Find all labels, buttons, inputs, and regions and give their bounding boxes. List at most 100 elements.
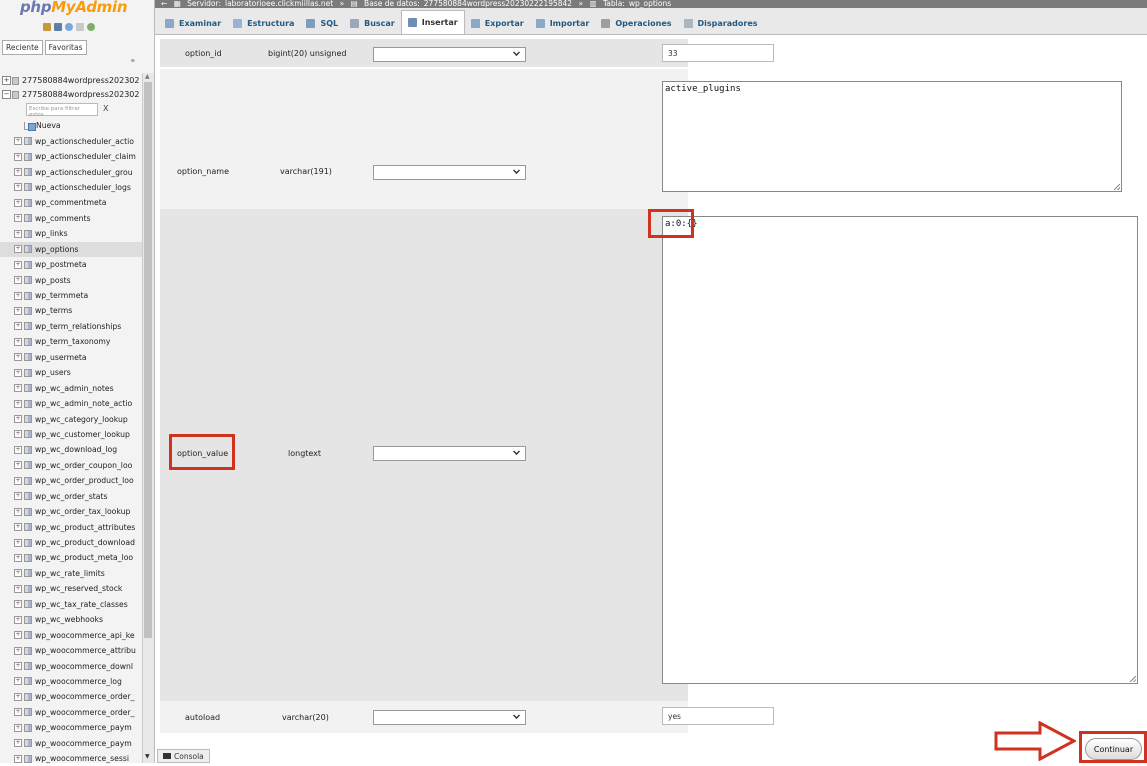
expand-icon[interactable]: + [14, 615, 22, 624]
table-item[interactable]: + wp_woocommerce_api_ke [0, 627, 142, 642]
table-item[interactable]: + wp_woocommerce_sessi [0, 751, 142, 766]
table-item[interactable]: + wp_woocommerce_log [0, 674, 142, 689]
console-tab[interactable]: Consola [157, 749, 210, 763]
table-item[interactable]: + wp_wc_order_tax_lookup [0, 504, 142, 519]
tab-buscar[interactable]: Buscar [344, 12, 401, 34]
table-item[interactable]: + wp_commentmeta [0, 195, 142, 210]
table-item[interactable]: + wp_wc_admin_note_actio [0, 396, 142, 411]
reload-icon[interactable] [87, 23, 95, 31]
logout-icon[interactable] [54, 23, 62, 31]
collapse-icon[interactable]: − [2, 90, 11, 99]
expand-icon[interactable]: + [14, 415, 22, 424]
expand-icon[interactable]: + [14, 260, 22, 269]
tab-sql[interactable]: SQL [300, 12, 344, 34]
expand-icon[interactable]: + [14, 708, 22, 717]
clear-filter-button[interactable]: X [103, 104, 108, 113]
table-item[interactable]: + wp_woocommerce_attribu [0, 643, 142, 658]
table-item[interactable]: + wp_wc_category_lookup [0, 411, 142, 426]
expand-icon[interactable]: + [14, 368, 22, 377]
database-link[interactable]: 277580884wordpress20230222195842 [424, 0, 572, 8]
table-item[interactable]: + wp_woocommerce_paym [0, 720, 142, 735]
option-id-input[interactable]: 33 [662, 44, 774, 62]
table-item[interactable]: + wp_actionscheduler_logs [0, 180, 142, 195]
table-item[interactable]: + wp_wc_order_coupon_loo [0, 458, 142, 473]
expand-icon[interactable]: + [14, 476, 22, 485]
function-select[interactable] [373, 165, 526, 180]
new-table-item[interactable]: Nueva [0, 118, 142, 133]
expand-icon[interactable]: + [2, 76, 11, 85]
table-item[interactable]: + wp_users [0, 365, 142, 380]
expand-icon[interactable]: + [14, 214, 22, 223]
expand-icon[interactable]: + [14, 168, 22, 177]
expand-icon[interactable]: + [14, 739, 22, 748]
resize-handle-icon[interactable] [1130, 676, 1136, 682]
table-item[interactable]: + wp_postmeta [0, 257, 142, 272]
expand-icon[interactable]: + [14, 291, 22, 300]
expand-icon[interactable]: + [14, 677, 22, 686]
function-select[interactable] [373, 47, 526, 62]
table-item[interactable]: + wp_actionscheduler_claim [0, 149, 142, 164]
database-item[interactable]: − 277580884wordpress202302 [2, 87, 139, 102]
table-item[interactable]: + wp_links [0, 226, 142, 241]
server-link[interactable]: laboratorioee.clickmiillas.net [225, 0, 333, 8]
table-item[interactable]: + wp_term_relationships [0, 319, 142, 334]
expand-icon[interactable]: + [14, 337, 22, 346]
autoload-input[interactable]: yes [662, 707, 774, 725]
table-item[interactable]: + wp_actionscheduler_actio [0, 133, 142, 148]
help-icon[interactable] [65, 23, 73, 31]
table-item[interactable]: + wp_termmeta [0, 288, 142, 303]
scroll-up-icon[interactable]: ▲ [145, 73, 150, 80]
expand-icon[interactable]: + [14, 507, 22, 516]
expand-icon[interactable]: + [14, 600, 22, 609]
table-item[interactable]: + wp_woocommerce_order_ [0, 705, 142, 720]
table-item[interactable]: + wp_wc_reserved_stock [0, 581, 142, 596]
expand-icon[interactable]: + [14, 445, 22, 454]
nav-scrollbar-thumb[interactable] [144, 82, 152, 638]
expand-icon[interactable]: + [14, 461, 22, 470]
back-arrow-icon[interactable]: ← [161, 0, 167, 8]
expand-icon[interactable]: + [14, 399, 22, 408]
table-item[interactable]: + wp_comments [0, 211, 142, 226]
expand-icon[interactable]: + [14, 137, 22, 146]
table-filter-input[interactable]: Escribe para filtrar estos [26, 103, 98, 118]
tab-insertar[interactable]: Insertar [400, 10, 465, 34]
scroll-down-icon[interactable]: ▼ [145, 753, 150, 760]
function-select[interactable] [373, 446, 526, 461]
tab-importar[interactable]: Importar [530, 12, 596, 34]
table-item[interactable]: + wp_term_taxonomy [0, 334, 142, 349]
expand-icon[interactable]: + [14, 229, 22, 238]
table-item[interactable]: + wp_wc_product_meta_loo [0, 550, 142, 565]
table-link[interactable]: wp_options [629, 0, 671, 8]
expand-icon[interactable]: + [14, 306, 22, 315]
table-item[interactable]: + wp_woocommerce_paym [0, 736, 142, 751]
table-item[interactable]: + wp_wc_order_product_loo [0, 473, 142, 488]
table-item[interactable]: + wp_options [0, 241, 142, 257]
option-name-textarea[interactable]: active_plugins [662, 81, 1122, 192]
expand-icon[interactable]: + [14, 584, 22, 593]
home-icon[interactable] [43, 23, 51, 31]
expand-icon[interactable]: + [14, 353, 22, 362]
expand-icon[interactable]: + [14, 631, 22, 640]
table-item[interactable]: + wp_usermeta [0, 350, 142, 365]
tab-disparadores[interactable]: Disparadores [678, 12, 764, 34]
expand-icon[interactable]: + [14, 183, 22, 192]
table-item[interactable]: + wp_actionscheduler_grou [0, 164, 142, 179]
tab-estructura[interactable]: Estructura [227, 12, 300, 34]
option-value-textarea[interactable]: a:0:{} [662, 216, 1138, 684]
expand-icon[interactable]: + [14, 754, 22, 763]
table-item[interactable]: + wp_wc_download_log [0, 442, 142, 457]
link-icon[interactable]: ⚭ [130, 57, 136, 65]
table-item[interactable]: + wp_wc_order_stats [0, 489, 142, 504]
expand-icon[interactable]: + [14, 646, 22, 655]
table-item[interactable]: + wp_wc_admin_notes [0, 380, 142, 395]
tab-exportar[interactable]: Exportar [465, 12, 530, 34]
expand-icon[interactable]: + [14, 276, 22, 285]
expand-icon[interactable]: + [14, 538, 22, 547]
tab-operaciones[interactable]: Operaciones [595, 12, 677, 34]
resize-handle-icon[interactable] [1114, 184, 1120, 190]
table-item[interactable]: + wp_wc_product_attributes [0, 519, 142, 534]
table-item[interactable]: + wp_wc_customer_lookup [0, 427, 142, 442]
function-select[interactable] [373, 710, 526, 725]
continue-button[interactable]: Continuar [1085, 738, 1142, 760]
table-item[interactable]: + wp_wc_tax_rate_classes [0, 597, 142, 612]
